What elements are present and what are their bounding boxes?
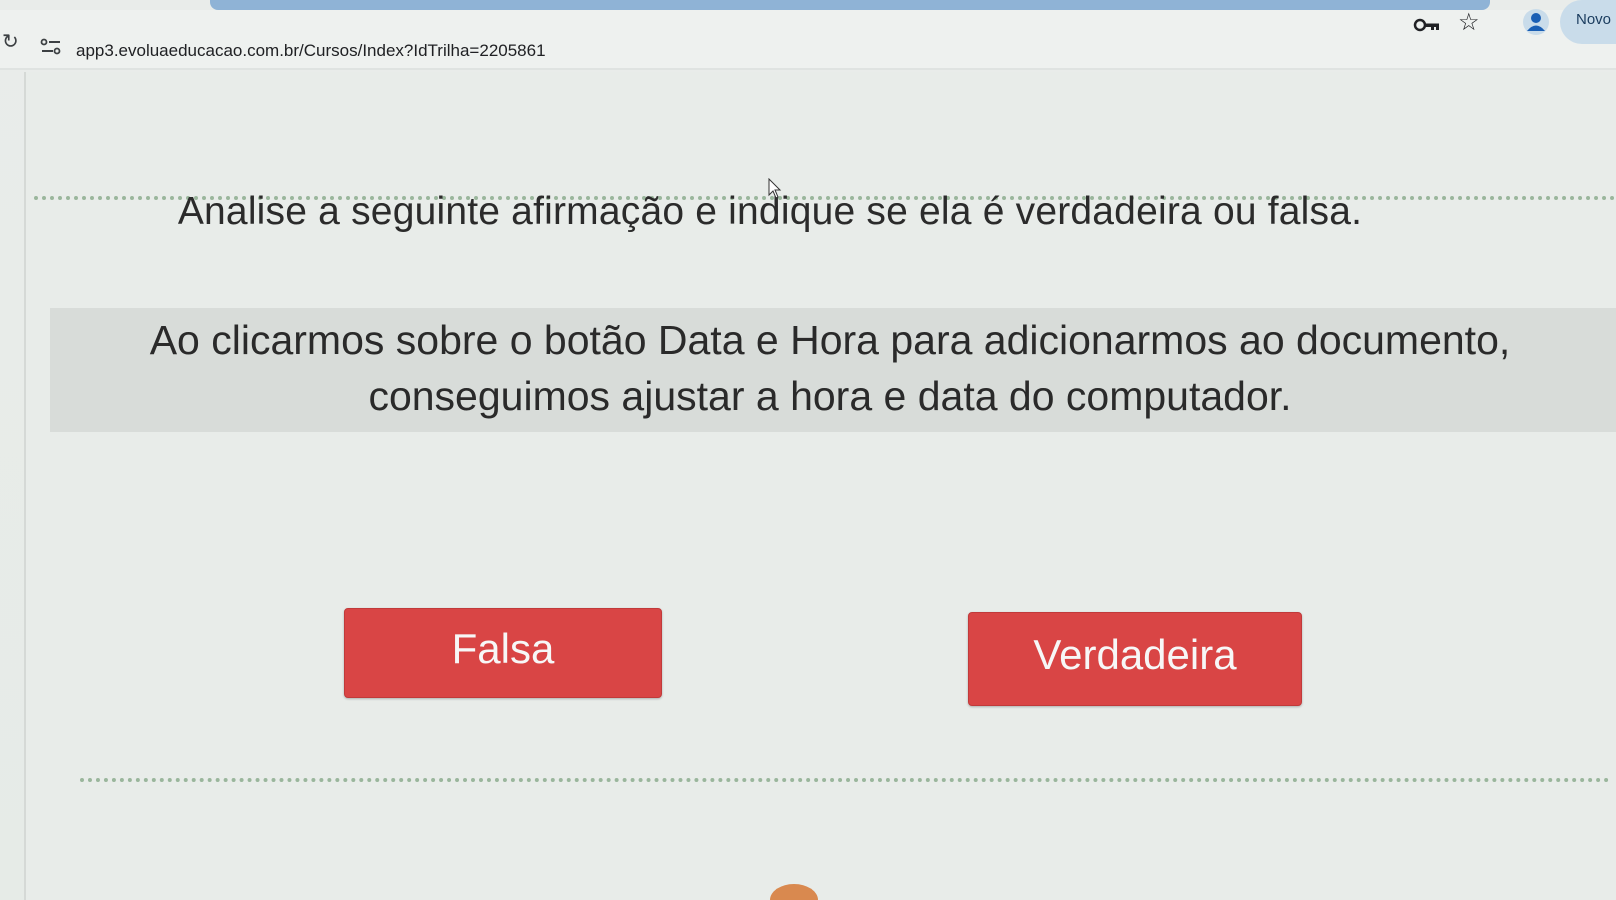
- statement-line-2: conseguimos ajustar a hora e data do com…: [368, 373, 1292, 419]
- key-icon[interactable]: [1413, 15, 1441, 35]
- statement-line-1: Ao clicarmos sobre o botão Data e Hora p…: [149, 317, 1511, 363]
- tab-strip: [210, 0, 1490, 10]
- mouse-cursor-icon: [768, 178, 782, 199]
- true-button[interactable]: Verdadeira: [968, 612, 1302, 706]
- new-button[interactable]: Novo: [1560, 0, 1616, 44]
- false-button[interactable]: Falsa: [344, 608, 662, 698]
- site-info-icon[interactable]: [40, 37, 62, 57]
- quiz-statement: Ao clicarmos sobre o botão Data e Hora p…: [50, 312, 1610, 424]
- address-bar-url[interactable]: app3.evoluaeducacao.com.br/Cursos/Index?…: [76, 41, 546, 61]
- browser-toolbar: ↻ app3.evoluaeducacao.com.br/Cursos/Inde…: [0, 10, 1616, 70]
- bottom-divider: [80, 778, 1610, 782]
- screen: ↻ app3.evoluaeducacao.com.br/Cursos/Inde…: [0, 0, 1616, 900]
- star-icon[interactable]: ☆: [1458, 10, 1484, 36]
- profile-icon[interactable]: [1522, 8, 1550, 36]
- reload-icon[interactable]: ↻: [2, 32, 19, 52]
